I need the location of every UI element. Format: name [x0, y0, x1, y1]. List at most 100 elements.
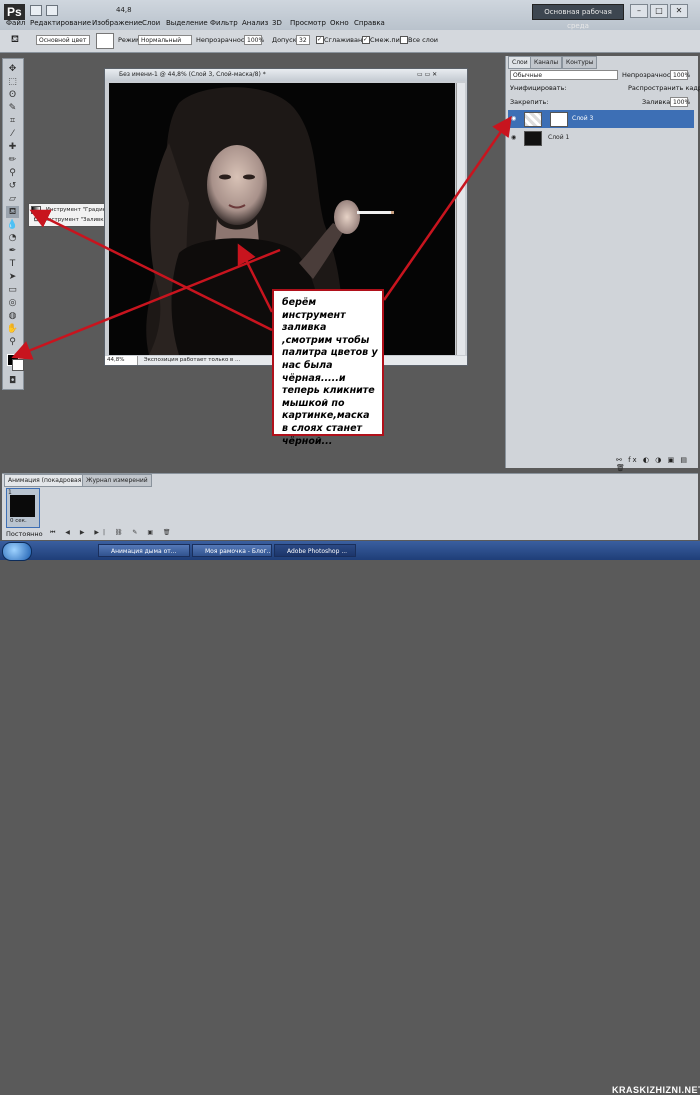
frame-time[interactable]: 0 сек. — [10, 518, 27, 524]
lasso-tool-icon[interactable]: ʘ — [6, 89, 19, 101]
marquee-tool-icon[interactable]: ⬚ — [6, 76, 19, 88]
fill-input[interactable]: 100% — [670, 97, 690, 107]
history-brush-tool-icon[interactable]: ↺ — [6, 180, 19, 192]
maximize-button[interactable]: □ — [650, 4, 668, 18]
fill-label: Заливка: — [642, 98, 673, 106]
taskbar-item-smoke[interactable]: Анимация дыма от... — [98, 544, 190, 557]
bridge-icon[interactable] — [30, 5, 42, 16]
photoshop-logo: Ps — [4, 4, 25, 20]
path-selection-tool-icon[interactable]: ➤ — [6, 271, 19, 283]
application-bar: Ps 44,8 Основная рабочая среда – □ ✕ Фай… — [0, 0, 700, 31]
instruction-note: берём инструмент заливка ,смотрим чтобы … — [272, 289, 384, 447]
tab-animation[interactable]: Анимация (покадровая) — [4, 474, 88, 487]
windows-taskbar: Анимация дыма от... Моя рамочка - Блог..… — [0, 541, 700, 1095]
shape-tool-icon[interactable]: ▭ — [6, 284, 19, 296]
paint-bucket-icon: ⛾ — [33, 217, 39, 223]
minibridge-icon[interactable] — [46, 5, 58, 16]
menu-analysis[interactable]: Анализ — [242, 19, 268, 27]
dodge-tool-icon[interactable]: ◔ — [6, 232, 19, 244]
start-button[interactable] — [2, 542, 32, 561]
layer-row[interactable]: ◉ Слой 1 — [508, 129, 694, 147]
tab-paths[interactable]: Контуры — [562, 56, 598, 69]
3d-rotate-tool-icon[interactable]: ◎ — [6, 297, 19, 309]
close-button[interactable]: ✕ — [670, 4, 688, 18]
workspace-button[interactable]: Основная рабочая среда — [532, 4, 624, 30]
fill-source-select[interactable]: Основной цвет — [36, 35, 90, 45]
layer-name: Слой 3 — [572, 115, 594, 122]
quick-mask-icon[interactable]: ◘ — [6, 375, 19, 387]
animation-panel: Анимация (покадровая) Журнал измерений 1… — [2, 473, 698, 540]
gradient-icon — [31, 205, 41, 214]
layer-mask-thumbnail[interactable] — [550, 112, 568, 127]
layer-row[interactable]: ◉ Слой 3 — [508, 110, 694, 128]
menu-view[interactable]: Просмотр — [290, 19, 326, 27]
animation-frame[interactable]: 1 0 сек. — [6, 488, 40, 528]
blend-mode-select[interactable]: Обычные — [510, 70, 618, 80]
tab-layers[interactable]: Слои — [508, 56, 532, 69]
clone-stamp-tool-icon[interactable]: ⚲ — [6, 167, 19, 179]
tolerance-input[interactable]: 32 — [296, 35, 310, 45]
healing-brush-tool-icon[interactable]: ✚ — [6, 141, 19, 153]
minimize-button[interactable]: – — [630, 4, 648, 18]
doc-status-text: Экспозиция работает только в ... — [143, 357, 241, 363]
blur-tool-icon[interactable]: 💧 — [6, 219, 19, 231]
background-color-swatch[interactable] — [12, 359, 24, 371]
playback-controls[interactable]: ⏮ ◀ ▶ ▶| ⛓ ✎ ▣ 🗑 — [50, 529, 210, 538]
pen-tool-icon[interactable]: ✒ — [6, 245, 19, 257]
layers-footer-icons[interactable]: ⚯ fx ◐ ◑ ▣ ▤ 🗑 — [616, 456, 696, 472]
paint-bucket-tool-icon[interactable]: ⛾ — [8, 34, 22, 47]
loop-select[interactable]: Постоянно — [6, 530, 43, 538]
zoom-tool-icon[interactable]: ⚲ — [6, 336, 19, 348]
3d-orbit-tool-icon[interactable]: ◍ — [6, 310, 19, 322]
eyedropper-tool-icon[interactable]: ⁄ — [6, 128, 19, 140]
paint-bucket-tool-icon[interactable]: ⛾ — [6, 206, 19, 218]
menu-filter[interactable]: Фильтр — [210, 19, 238, 27]
taskbar-item-blog[interactable]: Моя рамочка - Блог... — [192, 544, 272, 557]
antialias-checkbox[interactable]: ✓ — [316, 36, 324, 44]
pattern-picker[interactable] — [96, 33, 114, 49]
site-watermark: KRASKIZHIZNI.NET — [612, 1085, 700, 1095]
propagate-label[interactable]: Распространить кадр 1 — [628, 84, 700, 92]
document-title[interactable]: Без имени-1 @ 44,8% (Слой 3, Слой-маска/… — [105, 69, 467, 81]
unify-label: Унифицировать: — [510, 84, 567, 92]
menu-edit[interactable]: Редактирование — [30, 19, 91, 27]
menu-3d[interactable]: 3D — [272, 19, 282, 27]
toolbox: ✥ ⬚ ʘ ✎ ⌗ ⁄ ✚ ✏ ⚲ ↺ ▱ ⛾ 💧 ◔ ✒ T ➤ ▭ ◎ ◍ … — [2, 58, 24, 390]
tab-channels[interactable]: Каналы — [530, 56, 563, 69]
contiguous-checkbox[interactable]: ✓ — [362, 36, 370, 44]
move-tool-icon[interactable]: ✥ — [6, 63, 19, 75]
paint-bucket-tool-label: Инструмент "Заливка" — [43, 217, 110, 223]
eraser-tool-icon[interactable]: ▱ — [6, 193, 19, 205]
tolerance-label: Допуск: — [272, 36, 299, 44]
opacity-input[interactable]: 100% — [244, 35, 264, 45]
quick-selection-tool-icon[interactable]: ✎ — [6, 102, 19, 114]
menu-help[interactable]: Справка — [354, 19, 385, 27]
doc-window-controls[interactable]: ▭ ▭ ✕ — [417, 71, 463, 79]
menu-window[interactable]: Окно — [330, 19, 349, 27]
eye-icon[interactable]: ◉ — [511, 110, 516, 128]
layer-opacity-input[interactable]: 100% — [670, 70, 690, 80]
menu-select[interactable]: Выделение — [166, 19, 208, 27]
menu-file[interactable]: Файл — [6, 19, 25, 27]
type-tool-icon[interactable]: T — [6, 258, 19, 270]
crop-tool-icon[interactable]: ⌗ — [6, 115, 19, 127]
options-bar: ⛾ Основной цвет Режим: Нормальный Непроз… — [0, 30, 700, 53]
vertical-scrollbar[interactable] — [456, 83, 465, 355]
eye-icon[interactable]: ◉ — [511, 129, 516, 147]
frame-thumbnail — [10, 495, 35, 517]
lock-label: Закрепить: — [510, 98, 549, 106]
menu-image[interactable]: Изображение — [92, 19, 142, 27]
taskbar-item-photoshop[interactable]: Adobe Photoshop ... — [274, 544, 356, 557]
doc-zoom-field[interactable]: 44,8% — [105, 356, 138, 365]
layer-thumbnail — [524, 112, 542, 127]
tab-measurement-log[interactable]: Журнал измерений — [82, 474, 152, 487]
brush-tool-icon[interactable]: ✏ — [6, 154, 19, 166]
mode-select[interactable]: Нормальный — [138, 35, 192, 45]
layer-name: Слой 1 — [548, 134, 570, 141]
hand-tool-icon[interactable]: ✋ — [6, 323, 19, 335]
zoom-level[interactable]: 44,8 — [116, 6, 132, 14]
menu-layers[interactable]: Слои — [142, 19, 160, 27]
all-layers-checkbox[interactable] — [400, 36, 408, 44]
all-layers-label: Все слои — [408, 36, 439, 44]
layers-panel: Слои Каналы Контуры Обычные Непрозрачнос… — [505, 56, 700, 472]
